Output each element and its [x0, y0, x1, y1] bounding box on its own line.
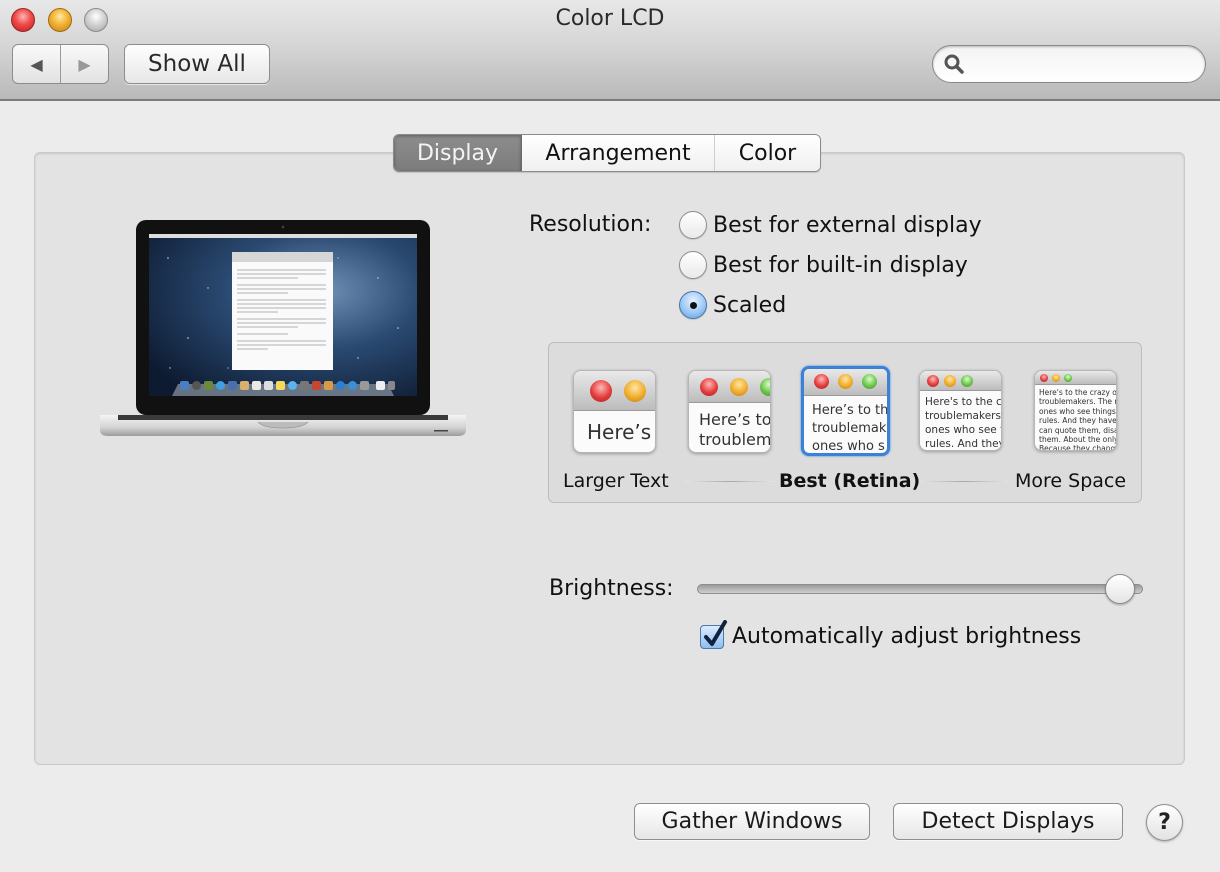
auto-brightness-option[interactable]: Automatically adjust brightness [700, 619, 1082, 649]
sample-line: Here's to the cr [925, 396, 1001, 408]
brightness-slider-track[interactable] [697, 584, 1143, 594]
thumb-titlebar [574, 371, 655, 411]
minimize-dot-icon [624, 380, 646, 402]
forward-arrow-icon: ▶ [78, 54, 91, 74]
scale-option-more-space[interactable]: Here's to the crazy ones troublemakers. … [1034, 370, 1117, 451]
checkmark-icon [704, 619, 727, 646]
sample-line: troublemakers. [925, 410, 1001, 422]
scale-label-more-space: More Space [1015, 470, 1127, 492]
window-title: Color LCD [555, 6, 665, 31]
scale-option-best-retina[interactable]: Here’s to th troublemak ones who s [801, 366, 890, 456]
sample-line: Here's to the crazy ones [1039, 388, 1116, 397]
forward-button[interactable]: ▶ [61, 45, 108, 83]
sample-line: ones who see t [925, 424, 1001, 436]
brightness-label: Brightness: [549, 576, 674, 601]
sample-line: troublemak [812, 421, 887, 436]
window-toolbar: Color LCD ◀ ▶ Show All [0, 0, 1220, 101]
radio-label: Best for built-in display [713, 252, 968, 278]
gather-windows-button[interactable]: Gather Windows [634, 803, 870, 840]
thumb-sample-text: Here's to the crazy ones troublemakers. … [1035, 385, 1116, 451]
scale-option-2[interactable]: Here’s to troublem [688, 370, 771, 453]
resolution-option-builtin[interactable]: Best for built-in display [679, 251, 968, 279]
help-button[interactable]: ? [1146, 804, 1183, 841]
thumb-sample-text: Here’s to troublem [689, 403, 770, 450]
radio-button[interactable] [679, 251, 707, 279]
brightness-slider-knob[interactable] [1104, 574, 1135, 604]
back-forward-control: ◀ ▶ [12, 44, 109, 84]
tab-color[interactable]: Color [714, 135, 820, 171]
sample-line: Because they change th [1039, 444, 1116, 451]
minimize-dot-icon [944, 375, 956, 387]
thumb-sample-text: Here's to the cr troublemakers. ones who… [920, 391, 1001, 450]
sample-line: troublem [699, 430, 770, 449]
sample-line: Here’s to th [812, 403, 887, 418]
minimize-dot-icon [838, 374, 853, 389]
back-arrow-icon: ◀ [30, 54, 43, 74]
thumb-sample-text: Here’s [587, 420, 652, 444]
close-dot-icon [927, 375, 939, 387]
close-dot-icon [590, 380, 612, 402]
close-dot-icon [814, 374, 829, 389]
resolution-label: Resolution: [529, 212, 652, 237]
back-button[interactable]: ◀ [13, 45, 61, 83]
scaled-resolution-picker: Here’s Here’s to troublem Here’s to th t… [548, 342, 1142, 503]
sample-line: ones who s [812, 439, 885, 454]
zoom-dot-icon [862, 374, 877, 389]
zoom-dot-icon [961, 375, 973, 387]
detect-displays-button[interactable]: Detect Displays [893, 803, 1123, 840]
search-field[interactable] [932, 45, 1206, 83]
search-input[interactable] [969, 50, 1194, 78]
camera-icon [281, 225, 285, 229]
resolution-option-scaled[interactable]: Scaled [679, 291, 786, 319]
close-dot-icon [1040, 374, 1048, 382]
scale-label-larger-text: Larger Text [563, 470, 669, 492]
thumb-titlebar [920, 371, 1001, 391]
help-icon: ? [1158, 810, 1171, 835]
scale-divider [919, 481, 1009, 482]
radio-label: Scaled [713, 292, 787, 318]
minimize-dot-icon [1052, 374, 1060, 382]
scale-label-best-retina: Best (Retina) [779, 470, 921, 492]
sample-line: troublemakers. The rou [1039, 397, 1116, 407]
tab-display[interactable]: Display [394, 135, 522, 171]
scale-option-4[interactable]: Here's to the cr troublemakers. ones who… [919, 370, 1002, 451]
thumb-sample-text: Here’s to th troublemak ones who s [804, 396, 887, 454]
laptop-illustration [100, 220, 466, 436]
sample-line: rules. And they have no [1039, 416, 1116, 426]
sample-line: can quote them, disagre [1039, 425, 1116, 435]
thumb-titlebar [1035, 371, 1116, 385]
tab-arrangement[interactable]: Arrangement [522, 135, 714, 171]
sample-line: Here’s to [699, 410, 770, 429]
search-icon [944, 54, 964, 74]
zoom-dot-icon [760, 378, 770, 396]
sample-line: ones who see things dif [1039, 406, 1116, 416]
tab-bar: Display Arrangement Color [393, 134, 821, 172]
auto-brightness-checkbox[interactable] [700, 619, 727, 649]
auto-brightness-label: Automatically adjust brightness [732, 624, 1082, 649]
scale-option-larger-text[interactable]: Here’s [573, 370, 656, 453]
minimize-dot-icon [730, 378, 748, 396]
show-all-button[interactable]: Show All [124, 44, 270, 84]
thumb-titlebar [689, 371, 770, 403]
resolution-option-external[interactable]: Best for external display [679, 211, 982, 239]
zoom-dot-icon [1064, 374, 1072, 382]
radio-button[interactable] [679, 211, 707, 239]
radio-label: Best for external display [713, 212, 982, 238]
sample-line: rules. And they [925, 438, 1001, 450]
scale-divider [685, 481, 775, 482]
radio-button-selected[interactable] [679, 291, 707, 319]
sample-line: them. About the only th [1039, 435, 1116, 445]
thumb-titlebar [804, 369, 887, 396]
close-dot-icon [700, 378, 718, 396]
